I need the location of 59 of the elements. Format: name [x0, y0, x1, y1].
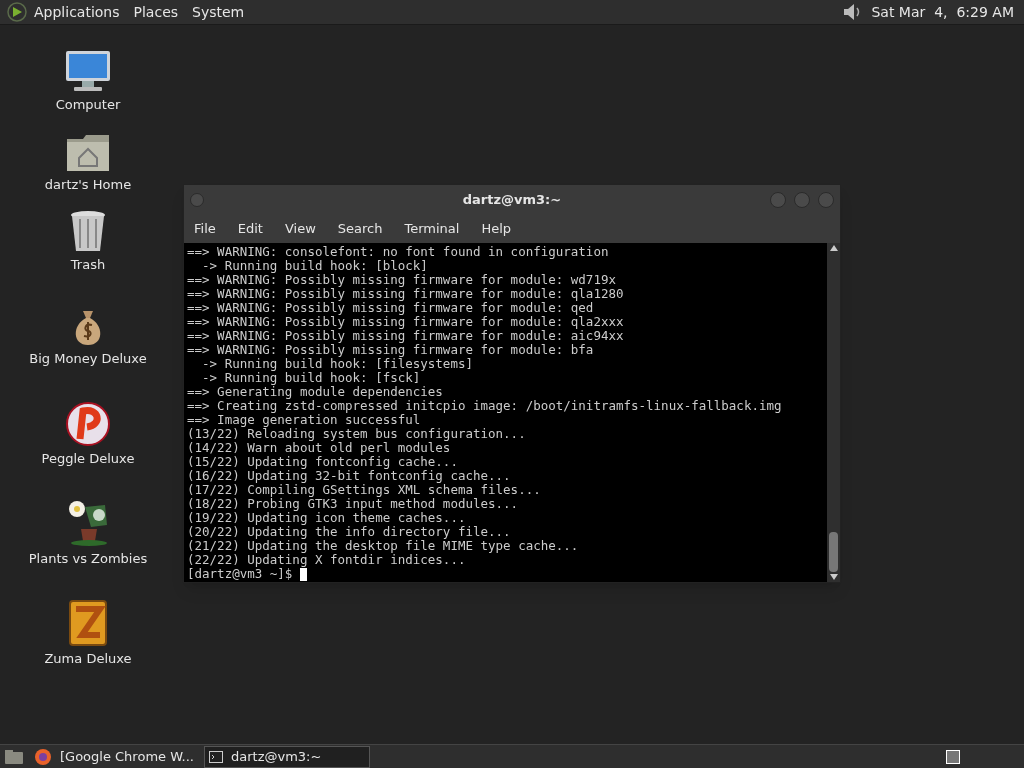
- terminal-line: (18/22) Probing GTK3 input method modules...: [187, 497, 520, 511]
- text-cursor: [299, 567, 307, 581]
- terminal-line: ==> WARNING: Possibly missing firmware for module: qla2xxx: [187, 315, 625, 329]
- menu-item[interactable]: Help: [481, 219, 512, 239]
- terminal-line: (22/22) Updating X fontdir indices...: [187, 553, 467, 567]
- terminal-icon: [209, 750, 223, 763]
- panel-menu[interactable]: System: [192, 1, 245, 23]
- terminal-line: ==> WARNING: Possibly missing firmware for module: wd719x: [187, 273, 617, 287]
- menu-item[interactable]: Terminal: [404, 219, 460, 239]
- menu-item[interactable]: Search: [337, 219, 383, 239]
- trash-icon: [69, 209, 107, 253]
- ball-icon: [65, 401, 111, 447]
- monitor-icon: [64, 49, 112, 93]
- taskbar-button[interactable]: [Google Chrome W...: [56, 745, 204, 768]
- show-desktop-icon[interactable]: [4, 748, 24, 765]
- icon-label[interactable]: Zuma Deluxe: [44, 649, 132, 669]
- terminal-line: (17/22) Compiling GSettings XML schema files...: [187, 483, 542, 497]
- scroll-down-icon[interactable]: [829, 574, 838, 580]
- terminal-line: ==> Creating zstd-compressed initcpio image: /boot/initramfs-linux-fallback.img: [187, 399, 783, 413]
- shell-prompt: [dartz@vm3 ~]$: [187, 567, 293, 581]
- workspace-switcher[interactable]: [946, 749, 960, 764]
- panel-menu[interactable]: Places: [133, 1, 179, 23]
- terminal-line: ==> WARNING: Possibly missing firmware for module: qed: [187, 301, 594, 315]
- terminal-line: -> Running build hook: [filesystems]: [201, 357, 474, 371]
- panel-menu[interactable]: Applications: [34, 1, 120, 23]
- browser-icon[interactable]: [34, 747, 52, 766]
- terminal-line: ==> WARNING: Possibly missing firmware for module: aic94xx: [187, 329, 625, 343]
- terminal-line: ==> Image generation successful: [187, 413, 421, 427]
- icon-label[interactable]: dartz's Home: [44, 175, 132, 195]
- menu-item[interactable]: Edit: [237, 219, 263, 239]
- scrollbar-thumb[interactable]: [829, 532, 838, 572]
- terminal-line: (13/22) Reloading system bus configuration...: [187, 427, 527, 441]
- icon-label[interactable]: Trash: [70, 255, 106, 275]
- terminal-line: (16/22) Updating 32-bit fontconfig cache...: [187, 469, 512, 483]
- scrollbar[interactable]: [827, 243, 840, 582]
- icon-label[interactable]: Computer: [55, 95, 121, 115]
- icon-label[interactable]: Big Money Deluxe: [29, 349, 147, 369]
- terminal-line: -> Running build hook: [block]: [201, 259, 429, 273]
- menu-item[interactable]: View: [284, 219, 316, 239]
- terminal-line: ==> WARNING: Possibly missing firmware for module: bfa: [187, 343, 595, 357]
- clock[interactable]: Sat Mar 4, 6:29 AM: [871, 1, 1014, 23]
- icon-label[interactable]: Plants vs Zombies: [28, 549, 148, 569]
- terminal-line: ==> WARNING: Possibly missing firmware for module: qla1280: [187, 287, 625, 301]
- menu-item[interactable]: File: [194, 219, 216, 239]
- icon-label[interactable]: Peggle Deluxe: [41, 449, 135, 469]
- stone-block-icon: [68, 599, 108, 647]
- taskbar-button[interactable]: dartz@vm3:~: [204, 745, 370, 768]
- window-title: dartz@vm3:~: [462, 191, 562, 210]
- home-folder-icon: [65, 133, 111, 173]
- terminal-line: (15/22) Updating fontconfig cache...: [187, 455, 459, 469]
- menu-logo-icon[interactable]: [6, 1, 28, 23]
- terminal-line: (21/22) Updating the desktop file MIME type cache...: [187, 539, 580, 553]
- terminal-line: ==> Generating module dependencies: [187, 385, 444, 399]
- terminal-line: -> Running build hook: [fsck]: [201, 371, 421, 385]
- scroll-up-icon[interactable]: [829, 245, 838, 251]
- terminal-line: (20/22) Updating the info directory file...: [187, 525, 512, 539]
- terminal-line: (14/22) Warn about old perl modules: [187, 441, 451, 455]
- terminal-line: ==> WARNING: consolefont: no font found in configuration: [187, 245, 610, 259]
- terminal-line: (19/22) Updating icon theme caches...: [187, 511, 467, 525]
